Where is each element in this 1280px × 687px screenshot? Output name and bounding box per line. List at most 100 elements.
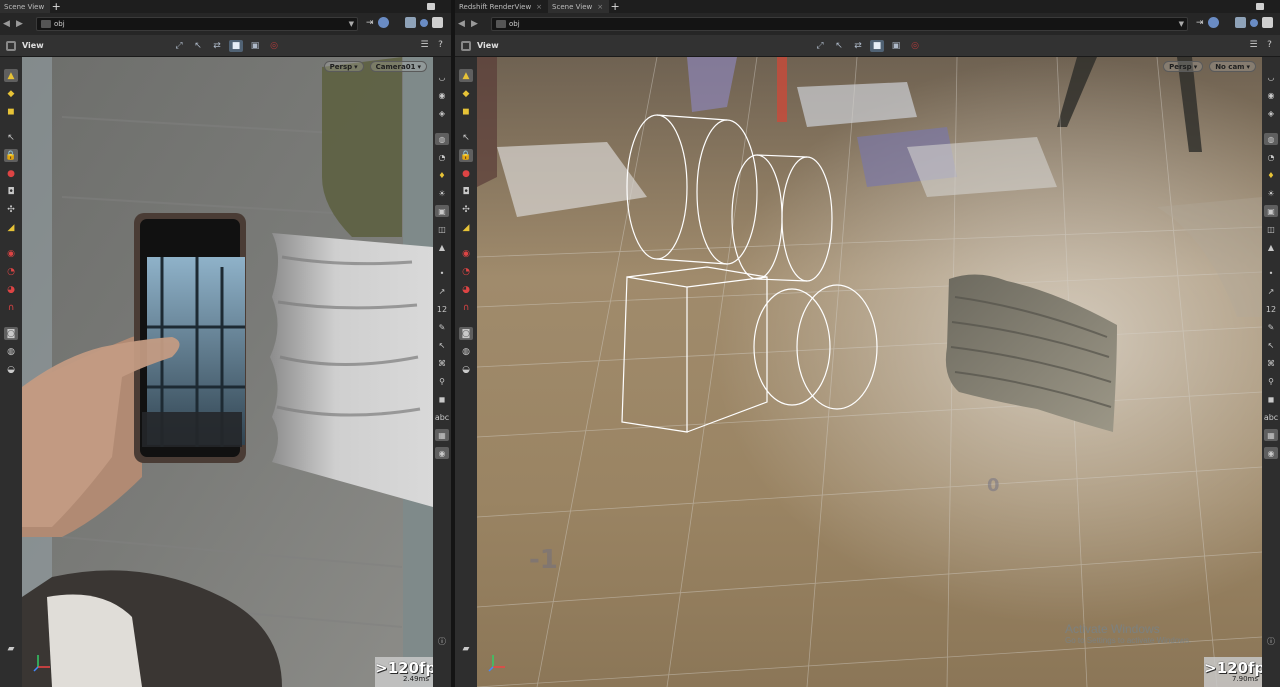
hint-icon[interactable]: ◉	[435, 447, 449, 459]
lighting-icon[interactable]: ☀	[435, 187, 449, 199]
magnet-icon[interactable]: ●	[4, 167, 18, 180]
select-icon[interactable]: ▲	[4, 69, 18, 82]
render-region-icon[interactable]: ◍	[4, 345, 18, 358]
select-icon[interactable]: ▲	[459, 69, 473, 82]
options-icon[interactable]: ☰	[1248, 40, 1259, 51]
layout-icon[interactable]	[1234, 17, 1246, 28]
render-region-icon[interactable]: ◍	[459, 345, 473, 358]
image-icon[interactable]: ▦	[1264, 429, 1278, 441]
handle-icon[interactable]: ◢	[459, 221, 473, 234]
camera-icon[interactable]: ▣	[435, 205, 449, 217]
snapshot-icon[interactable]: ▣	[248, 40, 262, 52]
grid-snap-icon[interactable]: ◉	[4, 247, 18, 260]
point-icon[interactable]: •	[435, 267, 449, 279]
bottom-tool-icon[interactable]: ▰	[459, 642, 473, 655]
pane-menu-icon[interactable]	[1256, 3, 1264, 10]
projection-dropdown[interactable]: Persp ▾	[1163, 61, 1204, 72]
cursor-icon[interactable]: ↖	[435, 339, 449, 351]
info-icon[interactable]: ⓘ	[1264, 635, 1278, 647]
select-points-icon[interactable]: ◆	[459, 87, 473, 100]
pin-tool-icon[interactable]: ⚲	[435, 375, 449, 387]
display-icon[interactable]: ◍	[435, 133, 449, 145]
magnet-icon[interactable]: ●	[459, 167, 473, 180]
point-snap-icon[interactable]: ◕	[4, 283, 18, 296]
viewer-icon[interactable]	[6, 41, 16, 51]
light-icon[interactable]: ♦	[435, 169, 449, 181]
visibility-icon[interactable]: ◉	[1264, 89, 1278, 101]
back-arrow-icon[interactable]: ◀	[455, 13, 468, 35]
bottom-tool-icon[interactable]: ▰	[4, 642, 18, 655]
visibility-icon[interactable]: ◉	[435, 89, 449, 101]
network-path-field[interactable]: obj ▼	[36, 17, 358, 31]
rotate-tool-icon[interactable]: ⇄	[851, 40, 865, 52]
eye-icon[interactable]: ◡	[1264, 71, 1278, 83]
display-mode-icon[interactable]: ■	[870, 40, 884, 52]
handle-icon[interactable]: ◢	[4, 221, 18, 234]
hint-icon[interactable]: ◉	[1264, 447, 1278, 459]
link-icon[interactable]	[377, 17, 389, 28]
close-icon[interactable]: ×	[536, 3, 542, 11]
shading-icon[interactable]: ◈	[435, 107, 449, 119]
magnet-snap-icon[interactable]: ∩	[4, 301, 18, 314]
select-edges-icon[interactable]: ◼	[459, 105, 473, 118]
select-points-icon[interactable]: ◆	[4, 87, 18, 100]
point-snap-icon[interactable]: ◕	[459, 283, 473, 296]
camera-tool-icon[interactable]: ◙	[459, 327, 473, 340]
snap-icon[interactable]: ◘	[459, 185, 473, 198]
eye-icon[interactable]: ◡	[435, 71, 449, 83]
stage-icon[interactable]: ▲	[1264, 241, 1278, 253]
record-icon[interactable]: ◎	[267, 40, 281, 52]
record-icon[interactable]: ◎	[908, 40, 922, 52]
color-icon[interactable]	[419, 18, 428, 27]
camera-icon[interactable]: ▣	[1264, 205, 1278, 217]
layout-icon[interactable]	[404, 17, 416, 28]
brush-icon[interactable]: ✎	[1264, 321, 1278, 333]
cursor-icon[interactable]: ↖	[1264, 339, 1278, 351]
background-icon[interactable]: ◔	[435, 151, 449, 163]
curve-snap-icon[interactable]: ◔	[459, 265, 473, 278]
right-viewport[interactable]: -1 0 Persp ▾ No cam ▾ Activate Windows Go …	[477, 57, 1262, 687]
lighting-icon[interactable]: ☀	[1264, 187, 1278, 199]
rotate-tool-icon[interactable]: ⇄	[210, 40, 224, 52]
magnet-snap-icon[interactable]: ∩	[459, 301, 473, 314]
abc-icon[interactable]: abc	[435, 411, 449, 423]
snap-icon[interactable]: ◘	[4, 185, 18, 198]
normal-icon[interactable]: ↗	[435, 285, 449, 297]
curve-snap-icon[interactable]: ◔	[4, 265, 18, 278]
forward-arrow-icon[interactable]: ▶	[468, 13, 481, 35]
pin-tool-icon[interactable]: ⚲	[1264, 375, 1278, 387]
pivot-icon[interactable]: ✣	[459, 203, 473, 216]
pivot-icon[interactable]: ✣	[4, 203, 18, 216]
normal-icon[interactable]: ↗	[1264, 285, 1278, 297]
camera-dropdown[interactable]: Camera01 ▾	[369, 61, 427, 72]
square-icon[interactable]: ◼	[1264, 393, 1278, 405]
info-icon[interactable]: ⓘ	[435, 635, 449, 647]
flipbook-icon[interactable]: ◒	[4, 363, 18, 376]
point-icon[interactable]: •	[1264, 267, 1278, 279]
pin-icon[interactable]: ⇥	[366, 18, 374, 28]
tab-scene-view[interactable]: Scene View	[0, 0, 51, 13]
wireframe-icon[interactable]: ⌘	[435, 357, 449, 369]
options-icon[interactable]: ☰	[419, 40, 430, 51]
select-tool-icon[interactable]: ⤢	[172, 40, 186, 52]
link-icon[interactable]	[1207, 17, 1219, 28]
color-icon[interactable]	[1249, 18, 1258, 27]
guides-icon[interactable]: ◫	[1264, 223, 1278, 235]
flipbook-icon[interactable]: ◒	[459, 363, 473, 376]
select-edges-icon[interactable]: ◼	[4, 105, 18, 118]
number-icon[interactable]: 12	[1264, 303, 1278, 315]
tab-redshift-renderview[interactable]: Redshift RenderView ×	[455, 0, 549, 13]
camera-tool-icon[interactable]: ◙	[4, 327, 18, 340]
guides-icon[interactable]: ◫	[435, 223, 449, 235]
grid-snap-icon[interactable]: ◉	[459, 247, 473, 260]
light-icon[interactable]: ♦	[1264, 169, 1278, 181]
select-tool-icon[interactable]: ⤢	[813, 40, 827, 52]
stage-icon[interactable]: ▲	[435, 241, 449, 253]
lock-icon[interactable]: 🔒	[4, 149, 18, 162]
maximize-icon[interactable]	[431, 17, 443, 28]
camera-dropdown[interactable]: No cam ▾	[1209, 61, 1256, 72]
tab-scene-view[interactable]: Scene View ×	[548, 0, 610, 13]
brush-icon[interactable]: ✎	[435, 321, 449, 333]
abc-icon[interactable]: abc	[1264, 411, 1278, 423]
move-tool-icon[interactable]: ↖	[832, 40, 846, 52]
